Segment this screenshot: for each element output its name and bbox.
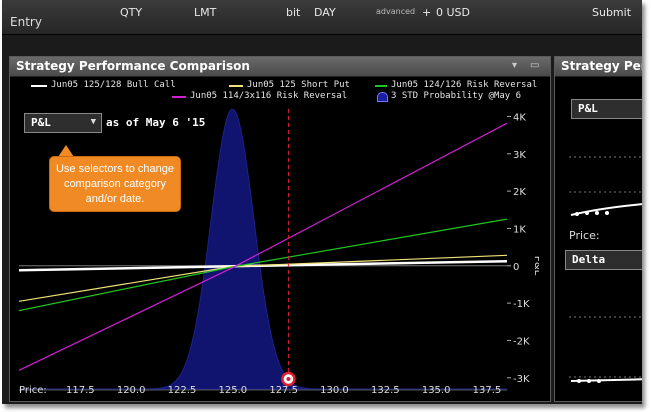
x-tick-label: 127.5 [269, 385, 298, 396]
panel-title: Strategy Performance Comparison [16, 59, 250, 73]
panel-menu-icon[interactable]: ▾ [512, 60, 517, 71]
price-axis-label: Price: [19, 385, 47, 396]
category-selector[interactable]: P&L ▼ [24, 113, 102, 133]
secondary-panel-header: Strategy Perf [555, 57, 642, 77]
panel-maximize-icon[interactable]: ▭ [530, 60, 539, 71]
legend-bull-call: Jun05 125/128 Bull Call [31, 80, 176, 90]
x-tick-label: 135.0 [422, 385, 451, 396]
x-tick-label: 130.0 [320, 385, 349, 396]
y-tick-label: -1K [513, 299, 530, 310]
y-tick-label: 0 [513, 262, 519, 273]
plus-icon[interactable]: + [422, 6, 431, 19]
chevron-down-icon: ▼ [90, 117, 96, 127]
secondary-panel-title: Strategy Perf [561, 59, 642, 73]
entry-label: Entry [10, 15, 42, 29]
qty-field[interactable]: QTY [120, 6, 142, 19]
current-price-marker-dot [286, 377, 291, 381]
legend-short-put: Jun05 125 Short Put [229, 80, 350, 90]
y-tick-label: 4K [513, 112, 526, 123]
y-axis-label: P&L [532, 256, 539, 276]
x-tick-label: 125.0 [219, 385, 248, 396]
secondary-category-selector[interactable]: P&L [571, 99, 642, 119]
app-window: Entry QTY LMT bit DAY advanced + 0 USD S… [2, 0, 642, 404]
legend-114-risk-reversal: Jun05 114/3x116 Risk Reversal [172, 91, 347, 101]
y-tick-label: 2K [513, 187, 526, 198]
x-tick-label: 120.0 [117, 385, 146, 396]
x-tick-label: 117.5 [66, 385, 95, 396]
comparison-chart: 4K 3K 2K 1K 0 -1K -2K -3K P&L 117.5 120.0 122.5 125.… [19, 109, 539, 396]
strategy-comparison-panel: Strategy Performance Comparison ▾ ▭ 4K 3K… [9, 56, 551, 402]
y-tick-label: -3K [513, 374, 530, 385]
panel-header: Strategy Performance Comparison ▾ ▭ [10, 57, 550, 77]
legend-risk-reversal: Jun05 124/126 Risk Reversal [375, 80, 537, 90]
y-tick-label: 1K [513, 224, 526, 235]
order-type-select[interactable]: LMT [194, 6, 216, 19]
submit-button[interactable]: Submit [592, 6, 631, 19]
y-tick-label: 3K [513, 150, 526, 161]
secondary-greek-selector[interactable]: Delta [565, 250, 642, 270]
help-callout: Use selectors to change comparison categ… [49, 156, 181, 212]
secondary-chart [569, 156, 642, 216]
tif-select[interactable]: DAY [314, 6, 336, 19]
secondary-price-label: Price: [569, 229, 600, 242]
legend-probability: 3 STD Probability @May 6 [377, 91, 521, 102]
y-tick-label: -2K [513, 336, 530, 347]
currency-value: 0 USD [436, 6, 470, 19]
order-entry-toolbar: Entry QTY LMT bit DAY advanced + 0 USD S… [2, 0, 642, 35]
advanced-toggle[interactable]: advanced [376, 7, 415, 16]
strategy-perf-panel-secondary: Strategy Perf P&L Price: Delta [554, 56, 642, 402]
direction-field[interactable]: bit [286, 6, 300, 19]
x-tick-label: 122.5 [168, 385, 197, 396]
x-tick-label: 132.5 [371, 385, 400, 396]
probability-area [19, 109, 507, 390]
as-of-date-selector[interactable]: as of May 6 '15 [106, 116, 205, 129]
x-tick-label: 137.5 [473, 385, 502, 396]
secondary-delta-chart [569, 316, 642, 383]
